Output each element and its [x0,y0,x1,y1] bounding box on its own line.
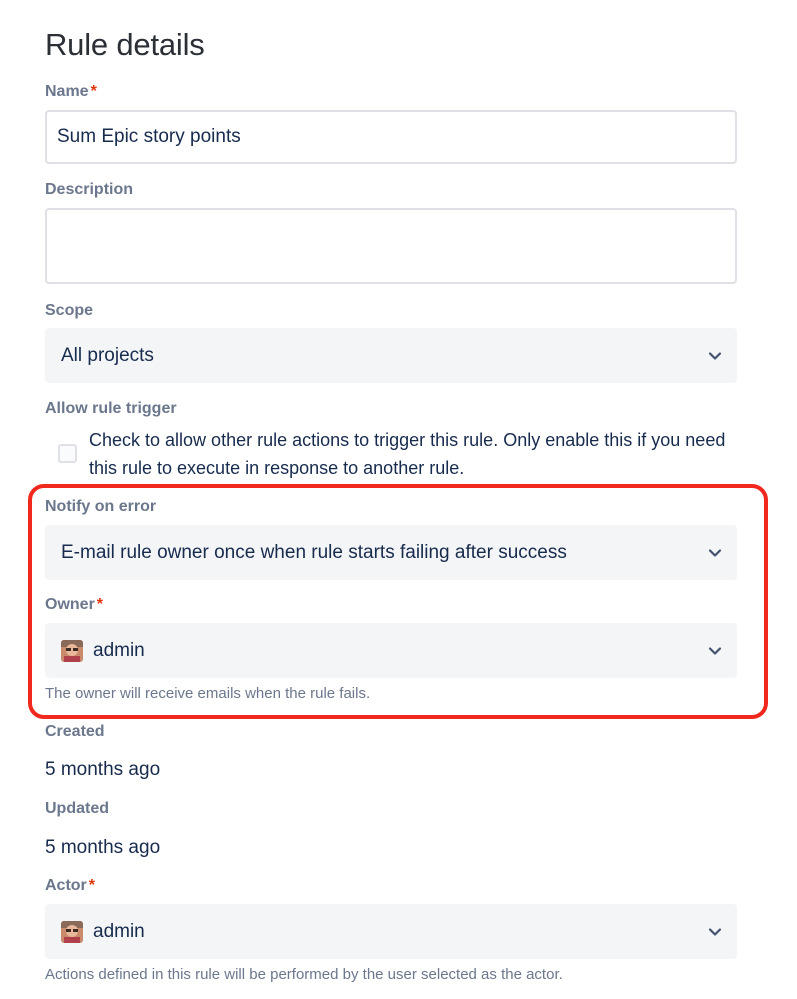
owner-select[interactable]: admin [45,623,737,678]
notify-on-error-select[interactable]: E-mail rule owner once when rule starts … [45,525,737,580]
allow-rule-trigger-label: Allow rule trigger [45,400,177,417]
actor-select[interactable]: admin [45,904,737,959]
rule-details-page: Rule details Name * Sum Epic story points… [0,0,797,999]
owner-helper-text: The owner will receive emails when the r… [45,685,371,702]
scope-label: Scope [45,302,94,319]
created-value: 5 months ago [45,759,161,780]
scope-select[interactable]: All projects [45,328,737,383]
chevron-down-icon [708,351,722,360]
created-label: Created [45,723,105,740]
updated-label: Updated [45,800,109,817]
owner-label: Owner * [45,596,103,614]
user-avatar [61,639,83,662]
required-mark: * [88,877,96,894]
name-input-value: Sum Epic story points [57,126,241,147]
user-avatar [61,920,83,943]
allow-rule-trigger-checkbox[interactable] [58,444,77,463]
owner-select-value: admin [93,639,145,661]
chevron-down-icon [708,548,722,557]
actor-helper-text: Actions defined in this rule will be per… [45,966,563,983]
required-mark: * [90,83,97,100]
description-label: Description [45,181,134,198]
owner-label-text: Owner [45,596,95,613]
actor-label: Actor * [45,877,95,895]
highlight-box [28,484,768,719]
actor-label-text: Actor [45,877,87,894]
scope-select-value: All projects [61,344,154,366]
required-mark: * [96,596,104,613]
name-input[interactable]: Sum Epic story points [45,110,737,164]
notify-on-error-label: Notify on error [45,498,157,515]
page-title: Rule details [45,27,205,62]
updated-value: 5 months ago [45,837,161,858]
chevron-down-icon [708,646,722,655]
allow-rule-trigger-text: Check to allow other rule actions to tri… [89,430,726,478]
name-label: Name * [45,83,97,101]
name-label-text: Name [45,83,89,100]
notify-on-error-value: E-mail rule owner once when rule starts … [61,541,567,563]
description-input[interactable] [45,208,737,284]
actor-select-value: admin [93,920,145,942]
chevron-down-icon [708,927,722,936]
